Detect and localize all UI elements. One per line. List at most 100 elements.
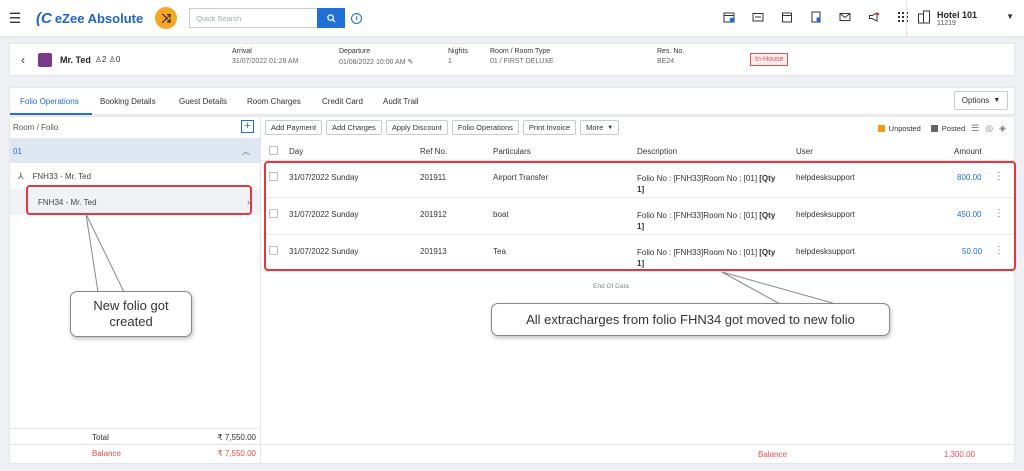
top-icon-bar — [722, 10, 909, 23]
table-header: Day Ref No. Particulars Description User… — [261, 141, 1015, 161]
mail-icon[interactable] — [838, 10, 851, 23]
departure-value: 01/08/2022 10:00 AM ✎ — [339, 58, 413, 66]
desc-qty-value: 1] — [637, 185, 645, 194]
row-ref: 201912 — [420, 210, 447, 219]
list-icon[interactable]: ☰ — [971, 123, 979, 134]
room-folio-label: Room / Folio — [13, 123, 59, 132]
posted-swatch — [930, 125, 938, 132]
status-badge: In-House — [750, 53, 789, 66]
tab-guest-details[interactable]: Guest Details — [179, 97, 227, 106]
caret-down-icon: ▼ — [1006, 12, 1014, 21]
desc-qty-value: 1] — [637, 222, 645, 231]
tab-bar: Folio Operations Booking Details Guest D… — [9, 87, 1015, 115]
desc-qty: [Qty — [759, 174, 776, 183]
row-amount[interactable]: 50.00 — [962, 247, 982, 256]
transactions-panel: Add Payment Add Charges Apply Discount F… — [261, 116, 1015, 464]
table-row[interactable]: 31/07/2022 Sunday 201912 boat Folio No :… — [261, 199, 1015, 235]
hotel-selector[interactable]: Hotel 101 11219 ▼ — [906, 0, 1024, 37]
row-menu-icon[interactable]: ⋮ — [994, 208, 1004, 219]
invoice-icon[interactable] — [809, 10, 822, 23]
apply-discount-button[interactable]: Apply Discount — [385, 120, 448, 135]
col-particulars: Particulars — [493, 147, 531, 156]
arrival-info: Arrival 31/07/2022 01:28 AM — [232, 48, 299, 65]
desc-text: Folio No : [FNH33]Room No : [01] — [637, 248, 760, 257]
back-arrow-icon[interactable]: ‹ — [10, 53, 36, 67]
room-group[interactable]: 01 ︿ — [10, 139, 260, 163]
arrival-label: Arrival — [232, 48, 252, 55]
chevron-up-icon[interactable]: ︿ — [242, 146, 250, 157]
card-icon[interactable] — [751, 10, 764, 23]
calendar-add-icon[interactable] — [722, 10, 735, 23]
tab-folio-operations[interactable]: Folio Operations — [20, 97, 79, 106]
options-button[interactable]: Options ▼ — [954, 91, 1008, 110]
nights-info: Nights 1 — [448, 48, 468, 65]
room-info: Room / Room Type 01 / FIRST DELUXE — [490, 48, 554, 65]
print-invoice-button[interactable]: Print Invoice — [522, 120, 577, 135]
table-row[interactable]: 31/07/2022 Sunday 201911 Airport Transfe… — [261, 162, 1015, 198]
departure-label: Departure — [339, 48, 371, 55]
callout-new-folio-text: New folio got created — [93, 298, 169, 329]
info-icon[interactable]: i — [351, 12, 363, 24]
row-amount[interactable]: 800.00 — [957, 173, 981, 182]
megaphone-icon[interactable] — [867, 10, 880, 23]
tab-audit-trail[interactable]: Audit Trail — [383, 97, 419, 106]
menu-icon[interactable]: ☰ — [0, 10, 30, 27]
legend: Unposted Posted ☰ ◎ ◈ — [877, 123, 1006, 134]
table-row[interactable]: 31/07/2022 Sunday 201913 Tea Folio No : … — [261, 236, 1015, 272]
layers-icon[interactable]: ◈ — [999, 123, 1006, 134]
desc-text: Folio No : [FNH33]Room No : [01] — [637, 174, 760, 183]
row-description: Folio No : [FNH33]Room No : [01] [Qty 1] — [637, 210, 785, 232]
tab-room-charges[interactable]: Room Charges — [247, 97, 301, 106]
search-button[interactable] — [317, 8, 346, 28]
folio-item-selected[interactable]: FNH34 - Mr. Ted › — [10, 189, 260, 215]
balance-label: Balance — [92, 449, 121, 458]
hotel-code: 11219 — [937, 20, 956, 27]
row-amount[interactable]: 450.00 — [957, 210, 981, 219]
top-bar: ☰ (C eZee Absolute ⤨ Quick Search i Hote… — [0, 0, 1024, 37]
row-checkbox[interactable] — [269, 172, 278, 181]
row-menu-icon[interactable]: ⋮ — [994, 171, 1004, 182]
balance-value: 1,300.00 — [943, 450, 975, 459]
resno-value: BE24 — [657, 58, 675, 65]
tab-booking-details[interactable]: Booking Details — [100, 97, 156, 106]
logo-icon: (C — [36, 9, 52, 27]
chevron-right-icon: › — [247, 197, 250, 207]
row-menu-icon[interactable]: ⋮ — [994, 245, 1004, 256]
hotel-name: Hotel 101 — [937, 10, 978, 20]
add-charges-button[interactable]: Add Charges — [326, 120, 382, 135]
options-label: Options — [961, 96, 990, 105]
row-checkbox[interactable] — [269, 246, 278, 255]
row-user: helpdesksupport — [796, 173, 855, 182]
col-user: User — [796, 147, 813, 156]
adult-icon: ♙ — [94, 55, 103, 64]
room-calendar-icon — [38, 52, 52, 67]
guest-name: Mr. Ted — [60, 54, 91, 65]
caret-down-icon: ▼ — [993, 97, 1001, 104]
eye-off-icon[interactable]: ◎ — [985, 123, 993, 134]
brand-name: eZee Absolute — [54, 10, 144, 26]
balance-label: Balance — [758, 450, 787, 459]
select-all-checkbox[interactable] — [269, 146, 278, 155]
search-input[interactable]: Quick Search — [189, 8, 318, 28]
resno-info: Res. No. BE24 — [657, 48, 684, 65]
balance-footer: Balance 1,300.00 — [261, 444, 1015, 463]
edit-pencil-icon[interactable]: ✎ — [408, 59, 414, 66]
departure-info: Departure 01/08/2022 10:00 AM ✎ — [339, 48, 413, 66]
add-folio-button[interactable]: + — [241, 120, 254, 133]
room-value: 01 / FIRST DELUXE — [490, 58, 554, 65]
desc-qty: [Qty — [759, 248, 776, 257]
more-button[interactable]: More ▼ — [580, 120, 620, 135]
folio-item[interactable]: ⅄ FNH33 - Mr. Ted — [10, 163, 260, 189]
more-label: More — [586, 123, 604, 132]
add-payment-button[interactable]: Add Payment — [265, 120, 323, 135]
total-row: Total ₹ 7,550.00 — [10, 428, 260, 444]
brand-logo[interactable]: (C eZee Absolute — [36, 10, 143, 27]
row-particulars: Tea — [493, 247, 506, 256]
folio-operations-button[interactable]: Folio Operations — [451, 120, 519, 135]
tab-credit-card[interactable]: Credit Card — [322, 97, 363, 106]
row-checkbox[interactable] — [269, 209, 278, 218]
calendar-icon[interactable] — [780, 10, 793, 23]
folio-label: FNH34 - Mr. Ted — [38, 197, 97, 207]
room-label: Room / Room Type — [490, 48, 551, 55]
shuffle-icon[interactable]: ⤨ — [155, 7, 178, 29]
